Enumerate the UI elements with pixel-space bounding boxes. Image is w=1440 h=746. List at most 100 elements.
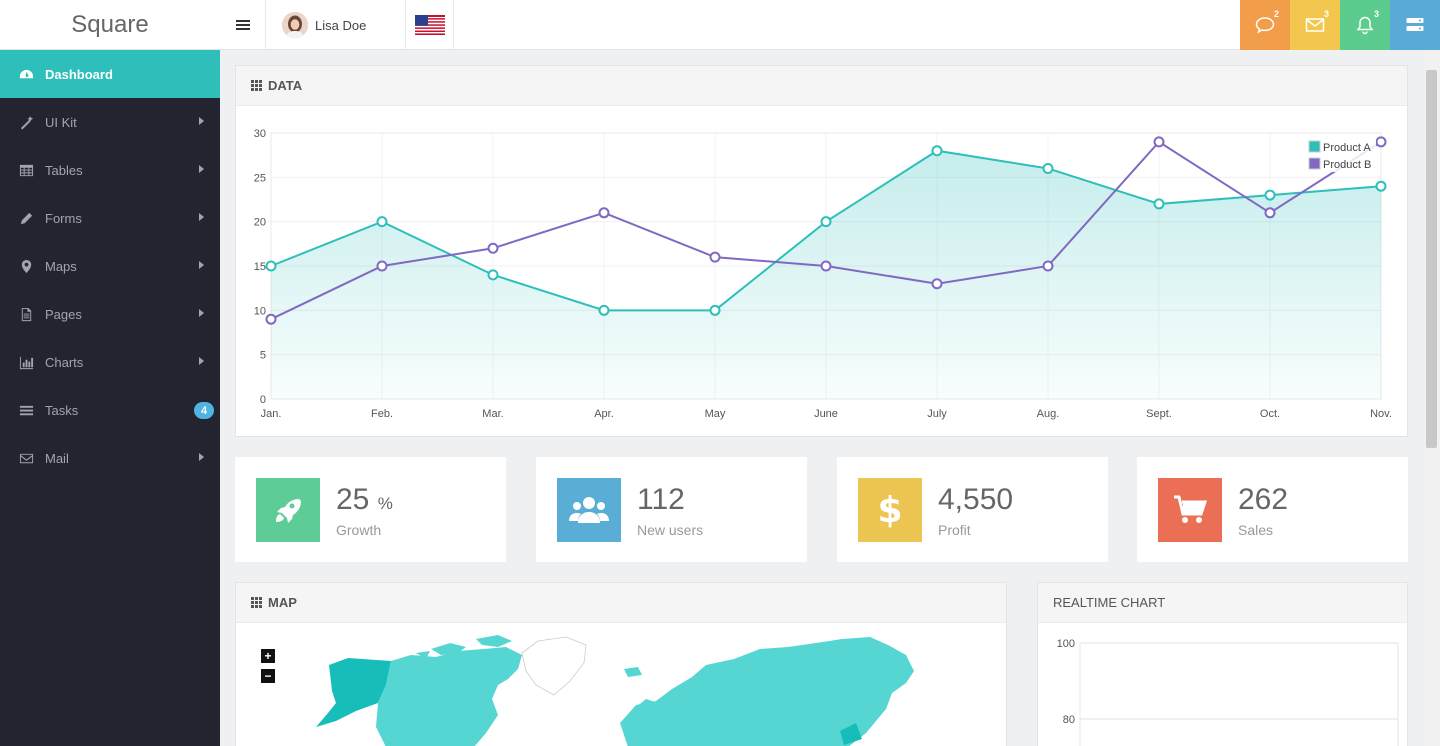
x-tick-label: July <box>927 408 947 420</box>
data-point <box>265 313 277 325</box>
menu-toggle-button[interactable] <box>220 0 266 50</box>
plot-frame <box>1079 642 1399 746</box>
y-tick-label: 30 <box>254 128 266 140</box>
scrollbar-thumb[interactable] <box>1426 70 1437 448</box>
x-tick-label: Nov. <box>1370 408 1392 420</box>
stat-unit: % <box>377 494 393 513</box>
sidebar-item-mail[interactable]: Mail <box>0 434 220 482</box>
data-point <box>1042 162 1054 174</box>
user-menu[interactable]: Lisa Doe <box>266 0 406 50</box>
users-icon <box>557 478 621 542</box>
caret-right-icon <box>199 117 204 125</box>
sidebar-item-label: Charts <box>45 354 84 370</box>
cart-icon <box>1158 478 1222 542</box>
y-tick-label: 0 <box>260 394 266 406</box>
messages-count: 2 <box>1273 9 1279 19</box>
data-point <box>1375 136 1387 148</box>
hamburger-icon <box>235 18 250 32</box>
data-point <box>598 207 610 219</box>
x-tick-label: May <box>705 408 726 420</box>
data-point <box>487 269 499 281</box>
data-point <box>820 260 832 272</box>
rocket-icon <box>256 478 320 542</box>
realtime-line-chart: 80 100 <box>1057 638 1399 746</box>
page-scrollbar[interactable] <box>1423 50 1440 746</box>
data-point <box>376 216 388 228</box>
caret-right-icon <box>199 213 204 221</box>
x-tick-label: Oct. <box>1260 408 1280 420</box>
map-panel: MAP + − <box>235 582 1007 746</box>
tasks-icon <box>17 403 35 417</box>
data-point <box>931 278 943 290</box>
sidebar-item-tasks[interactable]: Tasks 4 <box>0 386 220 434</box>
sidebar-item-forms[interactable]: Forms <box>0 194 220 242</box>
map-region-iceland <box>624 667 642 677</box>
panel-title: REALTIME CHART <box>1053 595 1166 610</box>
settings-panel-button[interactable] <box>1390 0 1440 50</box>
bell-icon <box>1356 16 1374 35</box>
panel-title: MAP <box>268 595 297 610</box>
map-region-greenland <box>521 636 587 696</box>
data-point <box>1153 136 1165 148</box>
y-tick-label: 20 <box>254 217 266 229</box>
chart-legend: Product A Product B <box>1306 136 1376 172</box>
panel-title: DATA <box>268 78 303 93</box>
server-icon <box>1406 18 1424 31</box>
panel-header: DATA <box>236 66 1407 106</box>
brand-logo[interactable]: Square <box>0 0 220 50</box>
sidebar-item-ui-kit[interactable]: UI Kit <box>0 98 220 146</box>
realtime-chart-panel: REALTIME CHART 80 100 <box>1037 582 1408 746</box>
data-line-chart: 0 5 10 15 20 25 30 Jan. Feb. Mar. Apr. May June July A… <box>254 128 1392 420</box>
legend-label: Product A <box>1323 142 1371 154</box>
sidebar-item-pages[interactable]: Pages <box>0 290 220 338</box>
sidebar-item-label: UI Kit <box>45 114 77 130</box>
y-tick-label: 80 <box>1063 714 1075 726</box>
x-tick-label: Aug. <box>1037 408 1060 420</box>
legend-swatch <box>1308 157 1321 170</box>
stat-label: Growth <box>336 522 382 538</box>
y-tick-label: 15 <box>254 261 266 273</box>
user-name: Lisa Doe <box>315 17 367 33</box>
sidebar-item-label: Tasks <box>45 402 79 418</box>
y-tick-label: 10 <box>254 305 266 317</box>
data-point <box>709 304 721 316</box>
mail-button[interactable]: 3 <box>1290 0 1340 50</box>
pencil-icon <box>17 211 35 225</box>
data-point <box>1042 260 1054 272</box>
stat-card-new-users: 112 New users <box>536 457 807 562</box>
caret-right-icon <box>199 357 204 365</box>
stat-label: Profit <box>938 522 971 538</box>
legend-label: Product B <box>1323 159 1371 171</box>
data-point <box>931 145 943 157</box>
notifications-button[interactable]: 3 <box>1340 0 1390 50</box>
sidebar-item-dashboard[interactable]: Dashboard <box>0 50 220 98</box>
map-region-eurasia <box>620 637 914 746</box>
data-point <box>376 260 388 272</box>
sidebar-item-maps[interactable]: Maps <box>0 242 220 290</box>
x-tick-label: June <box>814 408 838 420</box>
data-point <box>598 304 610 316</box>
map-marker-icon <box>17 259 35 273</box>
sidebar-item-charts[interactable]: Charts <box>0 338 220 386</box>
world-map <box>316 635 914 746</box>
caret-right-icon <box>199 261 204 269</box>
file-icon <box>17 307 35 321</box>
y-tick-label: 25 <box>254 172 266 184</box>
dollar-icon: $ <box>858 478 922 542</box>
messages-button[interactable]: 2 <box>1240 0 1290 50</box>
sidebar-item-tables[interactable]: Tables <box>0 146 220 194</box>
x-tick-label: Feb. <box>371 408 393 420</box>
data-point <box>1264 189 1276 201</box>
stat-card-sales: 262 Sales <box>1137 457 1408 562</box>
tasks-count-badge: 4 <box>194 402 214 419</box>
sidebar-item-label: Maps <box>45 258 77 274</box>
bar-chart-icon <box>17 355 35 369</box>
stat-value: 112 <box>637 483 685 516</box>
stat-value: 4,550 <box>938 483 1014 516</box>
stat-value: 262 <box>1238 483 1289 516</box>
x-tick-label: Apr. <box>594 408 614 420</box>
data-point <box>1153 198 1165 210</box>
panel-header: REALTIME CHART <box>1038 583 1407 623</box>
language-selector[interactable] <box>406 0 454 50</box>
data-point <box>1375 180 1387 192</box>
